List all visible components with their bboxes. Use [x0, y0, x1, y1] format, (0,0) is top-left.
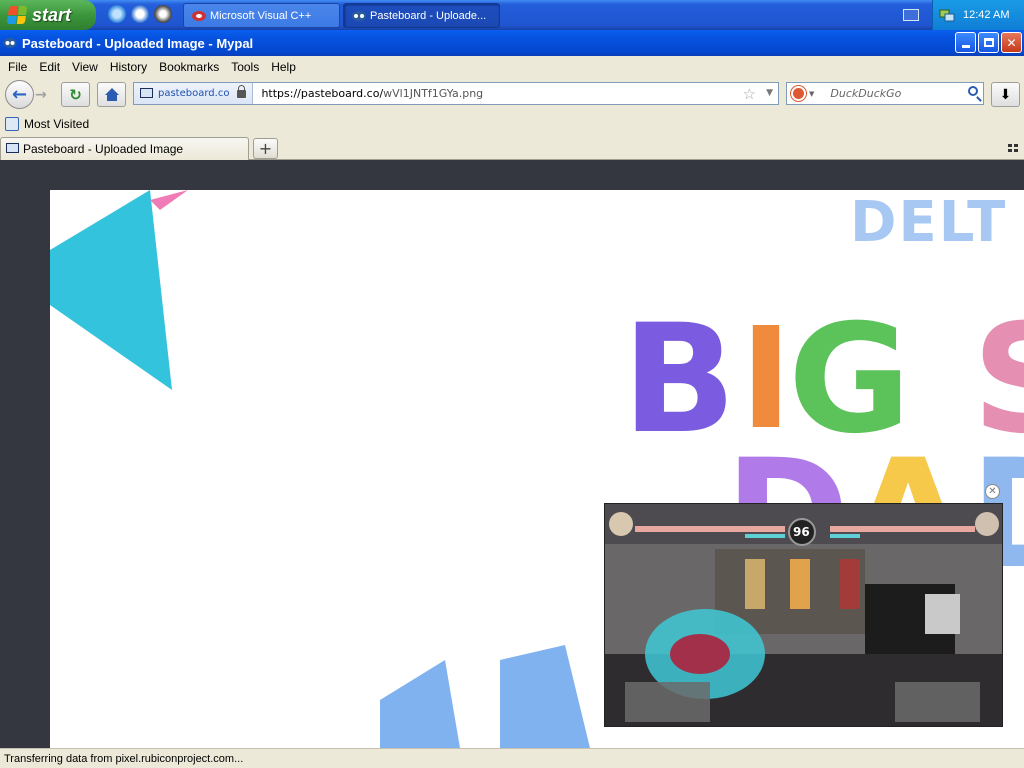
tab-bar: Pasteboard - Uploaded Image +	[0, 135, 1024, 160]
reload-button[interactable]: ↻	[61, 82, 90, 107]
menu-bar: File Edit View History Bookmarks Tools H…	[0, 56, 1024, 77]
window-titlebar[interactable]: Pasteboard - Uploaded Image - Mypal	[0, 30, 1024, 56]
url-prefix: https://pasteboard.co/	[261, 87, 384, 100]
task-label: Microsoft Visual C++	[210, 9, 312, 22]
back-arrow-icon: ←	[11, 84, 28, 105]
home-icon	[104, 88, 119, 101]
cyan-triangle	[50, 190, 172, 390]
minimize-button[interactable]	[955, 32, 976, 53]
tab-list-icon[interactable]	[1008, 144, 1018, 152]
lock-icon	[237, 84, 247, 98]
video-timer: 96	[793, 525, 810, 539]
home-button[interactable]	[97, 82, 126, 107]
menu-tools[interactable]: Tools	[225, 60, 265, 74]
clock[interactable]: 12:42 AM	[963, 9, 1009, 21]
taskbar: start Microsoft Visual C++ Pasteboard - …	[0, 0, 1024, 30]
search-input[interactable]: DuckDuckGo	[814, 87, 901, 100]
most-visited-icon	[5, 117, 19, 131]
status-bar: Transferring data from pixel.rubiconproj…	[0, 748, 1024, 768]
back-button[interactable]: ←	[5, 80, 34, 109]
status-text: Transferring data from pixel.rubiconproj…	[4, 753, 244, 765]
download-arrow-icon: ⬇	[999, 86, 1012, 103]
menu-bookmarks[interactable]: Bookmarks	[153, 60, 225, 74]
settings-icon[interactable]	[131, 5, 149, 23]
image-text-delta: DELT	[850, 190, 1008, 255]
close-icon: ✕	[988, 486, 997, 497]
downloads-button[interactable]: ⬇	[991, 82, 1020, 107]
blue-petal-left	[380, 660, 460, 748]
url-bar[interactable]: pasteboard.co https://pasteboard.co/wVl1…	[133, 82, 779, 105]
site-identity-label: pasteboard.co	[158, 88, 230, 99]
menu-view[interactable]: View	[66, 60, 104, 74]
task-pasteboard[interactable]: Pasteboard - Uploade...	[343, 3, 500, 28]
task-label: Pasteboard - Uploade...	[370, 9, 487, 22]
new-tab-button[interactable]: +	[253, 138, 278, 159]
restore-icon	[983, 38, 994, 47]
site-identity-button[interactable]: pasteboard.co	[134, 83, 254, 104]
close-button[interactable]: ✕	[1001, 32, 1022, 53]
maximize-button[interactable]	[978, 32, 999, 53]
close-icon: ✕	[1006, 35, 1017, 50]
search-bar[interactable]: ▼ DuckDuckGo	[786, 82, 984, 105]
mypal-icon	[352, 11, 366, 21]
tab-favicon-icon	[6, 143, 19, 153]
pink-triangle	[150, 190, 188, 210]
windows-flag-icon	[6, 6, 28, 24]
most-visited-bookmark[interactable]: Most Visited	[24, 117, 89, 131]
tab-pasteboard[interactable]: Pasteboard - Uploaded Image	[0, 137, 249, 160]
task-visual-cpp[interactable]: Microsoft Visual C++	[183, 3, 340, 28]
image-letter-b: B	[622, 293, 737, 467]
system-tray: 12:42 AM	[932, 0, 1024, 30]
search-icon[interactable]	[968, 86, 978, 96]
bookmark-star-icon[interactable]: ☆	[743, 85, 756, 103]
internet-explorer-icon[interactable]	[108, 5, 126, 23]
bookmarks-toolbar: Most Visited	[0, 113, 1024, 135]
forward-arrow-icon: →	[35, 87, 47, 103]
url-path: wVl1JNTf1GYa.png	[383, 87, 484, 100]
menu-help[interactable]: Help	[265, 60, 302, 74]
start-button[interactable]: start	[0, 0, 96, 30]
tab-title: Pasteboard - Uploaded Image	[23, 142, 184, 156]
url-text[interactable]: https://pasteboard.co/wVl1JNTf1GYa.png	[253, 87, 483, 100]
close-video-button[interactable]: ✕	[985, 484, 1000, 499]
menu-history[interactable]: History	[104, 60, 153, 74]
network-icon[interactable]	[939, 7, 955, 23]
blue-petal-right	[500, 645, 590, 748]
url-dropdown-icon[interactable]: ▼	[766, 88, 773, 98]
start-label: start	[32, 4, 72, 25]
window-title: Pasteboard - Uploaded Image - Mypal	[22, 35, 254, 51]
plus-icon: +	[258, 139, 273, 158]
duckduckgo-icon[interactable]	[791, 86, 806, 101]
forward-button[interactable]: →	[35, 87, 53, 103]
minimize-icon	[961, 45, 970, 48]
media-player-icon[interactable]	[154, 5, 172, 23]
keyboard-layout-icon[interactable]	[903, 9, 919, 21]
menu-file[interactable]: File	[2, 60, 33, 74]
visual-cpp-icon	[192, 11, 206, 21]
site-icon	[140, 88, 153, 98]
mypal-icon	[3, 38, 17, 48]
reload-icon: ↻	[69, 85, 82, 104]
video-ad-player[interactable]: 96	[604, 503, 1003, 727]
menu-edit[interactable]: Edit	[33, 60, 66, 74]
navigation-toolbar: ← → ↻ pasteboard.co https://pasteboard.c…	[0, 77, 1024, 113]
